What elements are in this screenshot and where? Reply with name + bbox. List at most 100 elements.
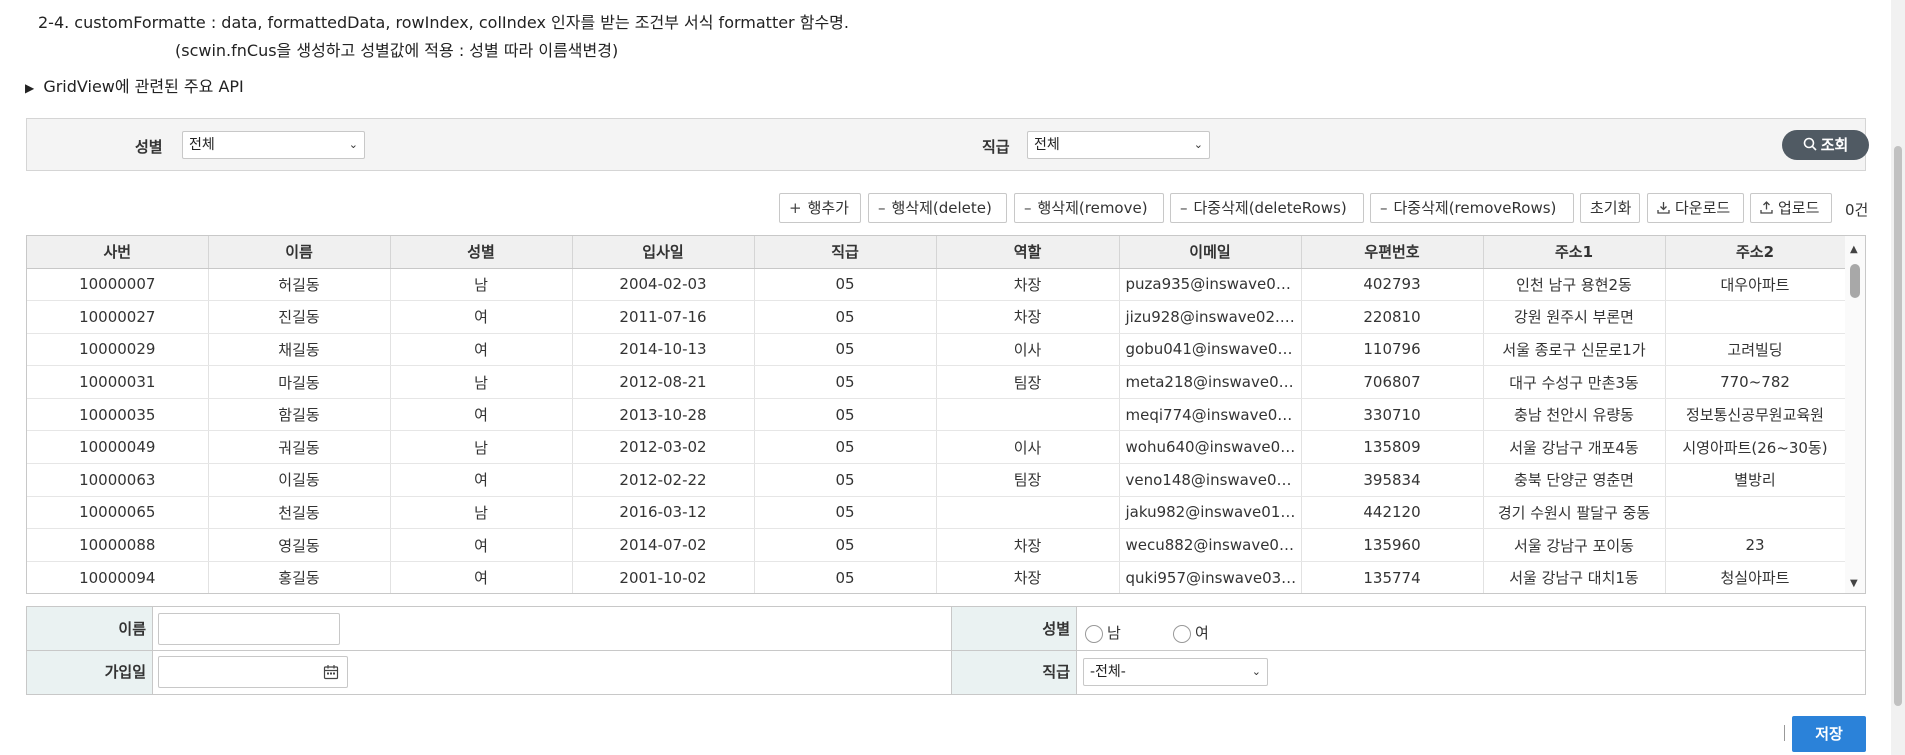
table-cell[interactable]: 팀장	[936, 365, 1120, 399]
table-cell[interactable]: 함길동	[208, 398, 391, 432]
table-cell[interactable]: 395834	[1301, 463, 1484, 497]
table-cell[interactable]: 10000035	[27, 398, 209, 432]
table-cell[interactable]: 여	[390, 333, 573, 367]
table-row[interactable]: 10000031 마길동 남 2012-08-21 05 팀장 meta218@inswav…	[27, 365, 1846, 399]
download-button[interactable]: 다운로드	[1647, 193, 1744, 223]
table-cell[interactable]: 서울 종로구 신문로1가	[1483, 333, 1666, 367]
table-cell[interactable]: 청실아파트	[1665, 561, 1846, 593]
table-cell[interactable]: 05	[754, 398, 937, 432]
scroll-down-icon[interactable]: ▼	[1850, 578, 1858, 589]
table-cell[interactable]: 남	[390, 496, 573, 530]
column-header[interactable]: 이메일	[1119, 236, 1302, 269]
table-cell[interactable]: 남	[390, 365, 573, 399]
table-cell[interactable]: 05	[754, 496, 937, 530]
table-cell[interactable]: wohu640@inswave03.com	[1119, 430, 1302, 465]
table-cell[interactable]: 차장	[936, 528, 1120, 562]
table-cell[interactable]: 2014-10-13	[572, 333, 755, 367]
table-cell[interactable]: 05	[754, 300, 937, 334]
column-header[interactable]: 주소1	[1483, 236, 1666, 269]
table-cell[interactable]: 110796	[1301, 333, 1484, 367]
table-cell[interactable]: 10000027	[27, 300, 209, 334]
table-row[interactable]: 10000063 이길동 여 2012-02-22 05 팀장 veno148@inswav…	[27, 463, 1846, 497]
table-cell[interactable]: 10000029	[27, 333, 209, 367]
remove-row-button[interactable]: – 행삭제(remove)	[1014, 193, 1164, 223]
table-cell[interactable]: 이사	[936, 333, 1120, 367]
name-input[interactable]	[158, 613, 340, 645]
table-cell[interactable]: 차장	[936, 268, 1120, 302]
delete-row-button[interactable]: – 행삭제(delete)	[868, 193, 1007, 223]
column-header[interactable]: 역할	[936, 236, 1120, 269]
table-row[interactable]: 10000065 천길동 남 2016-03-12 05 jaku982@inswave0…	[27, 496, 1846, 530]
table-cell[interactable]: 2016-03-12	[572, 496, 755, 530]
table-cell[interactable]: 남	[390, 430, 573, 465]
table-cell[interactable]: meta218@inswave02.com	[1119, 365, 1302, 399]
upload-button[interactable]: 업로드	[1750, 193, 1832, 223]
table-row[interactable]: 10000007 허길동 남 2004-02-03 05 차장 puza935@inswav…	[27, 268, 1846, 302]
api-details-toggle[interactable]: ▶ GridView에 관련된 주요 API	[25, 73, 244, 97]
table-cell[interactable]: 2013-10-28	[572, 398, 755, 432]
table-cell[interactable]	[936, 398, 1120, 432]
grid-vertical-scrollbar[interactable]: ▲ ▼	[1845, 236, 1865, 593]
table-cell[interactable]: wecu882@inswave02.com	[1119, 528, 1302, 562]
table-cell[interactable]: 진길동	[208, 300, 391, 334]
table-cell[interactable]: jizu928@inswave02.com	[1119, 300, 1302, 334]
table-cell[interactable]: 영길동	[208, 528, 391, 562]
table-cell[interactable]: 서울 강남구 대치1동	[1483, 561, 1666, 593]
table-cell[interactable]: 2004-02-03	[572, 268, 755, 302]
table-cell[interactable]: 여	[390, 561, 573, 593]
save-button[interactable]: 저장	[1792, 716, 1866, 752]
column-header[interactable]: 입사일	[572, 236, 755, 269]
table-cell[interactable]: 천길동	[208, 496, 391, 530]
delete-rows-button[interactable]: – 다중삭제(deleteRows)	[1170, 193, 1364, 223]
table-cell[interactable]: 시영아파트(26~30동)	[1665, 430, 1846, 465]
table-cell[interactable]: 05	[754, 528, 937, 562]
table-cell[interactable]: 충남 천안시 유량동	[1483, 398, 1666, 432]
calendar-icon[interactable]	[323, 664, 339, 680]
table-cell[interactable]: gobu041@inswave01.com	[1119, 333, 1302, 367]
table-cell[interactable]: 706807	[1301, 365, 1484, 399]
table-cell[interactable]: 충북 단양군 영춘면	[1483, 463, 1666, 497]
table-cell[interactable]: 이길동	[208, 463, 391, 497]
rank-select[interactable]: -전체- ⌄	[1083, 658, 1268, 686]
table-cell[interactable]: 402793	[1301, 268, 1484, 302]
table-cell[interactable]: 여	[390, 463, 573, 497]
table-cell[interactable]: 여	[390, 528, 573, 562]
table-row[interactable]: 10000049 궈길동 남 2012-03-02 05 이사 wohu640@inswav…	[27, 430, 1846, 465]
table-cell[interactable]: 05	[754, 463, 937, 497]
scroll-up-icon[interactable]: ▲	[1850, 244, 1858, 255]
table-cell[interactable]: 135809	[1301, 430, 1484, 465]
table-cell[interactable]	[936, 496, 1120, 530]
table-cell[interactable]: 05	[754, 333, 937, 367]
table-cell[interactable]: 220810	[1301, 300, 1484, 334]
table-cell[interactable]: 135774	[1301, 561, 1484, 593]
table-cell[interactable]: 10000094	[27, 561, 209, 593]
table-cell[interactable]: 2014-07-02	[572, 528, 755, 562]
table-cell[interactable]: 2012-03-02	[572, 430, 755, 465]
table-cell[interactable]: 인천 남구 용현2동	[1483, 268, 1666, 302]
table-cell[interactable]: 이사	[936, 430, 1120, 465]
table-cell[interactable]: 10000007	[27, 268, 209, 302]
table-cell[interactable]	[1665, 496, 1846, 530]
table-cell[interactable]: 남	[390, 268, 573, 302]
table-cell[interactable]: 서울 강남구 개포4동	[1483, 430, 1666, 465]
table-row[interactable]: 10000027 진길동 여 2011-07-16 05 차장 jizu928@inswav…	[27, 300, 1846, 334]
table-cell[interactable]: 05	[754, 561, 937, 593]
column-header[interactable]: 성별	[390, 236, 573, 269]
table-row[interactable]: 10000094 홍길동 여 2001-10-02 05 차장 quki957@inswav…	[27, 561, 1846, 593]
rank-filter-select[interactable]: 전체 ⌄	[1027, 131, 1210, 159]
grid-scroll-thumb[interactable]	[1850, 264, 1860, 298]
table-cell[interactable]: 서울 강남구 포이동	[1483, 528, 1666, 562]
gender-filter-select[interactable]: 전체 ⌄	[182, 131, 365, 159]
table-cell[interactable]: 10000031	[27, 365, 209, 399]
table-cell[interactable]: veno148@inswave02.com	[1119, 463, 1302, 497]
table-row[interactable]: 10000088 영길동 여 2014-07-02 05 차장 wecu882@inswav…	[27, 528, 1846, 562]
table-cell[interactable]: 차장	[936, 561, 1120, 593]
table-cell[interactable]: 05	[754, 365, 937, 399]
table-cell[interactable]: puza935@inswave02.com	[1119, 268, 1302, 302]
table-cell[interactable]: 팀장	[936, 463, 1120, 497]
add-row-button[interactable]: + 행추가	[779, 193, 861, 223]
table-cell[interactable]: 770~782	[1665, 365, 1846, 399]
column-header[interactable]: 우편번호	[1301, 236, 1484, 269]
column-header[interactable]: 사번	[27, 236, 209, 269]
table-cell[interactable]: 05	[754, 268, 937, 302]
